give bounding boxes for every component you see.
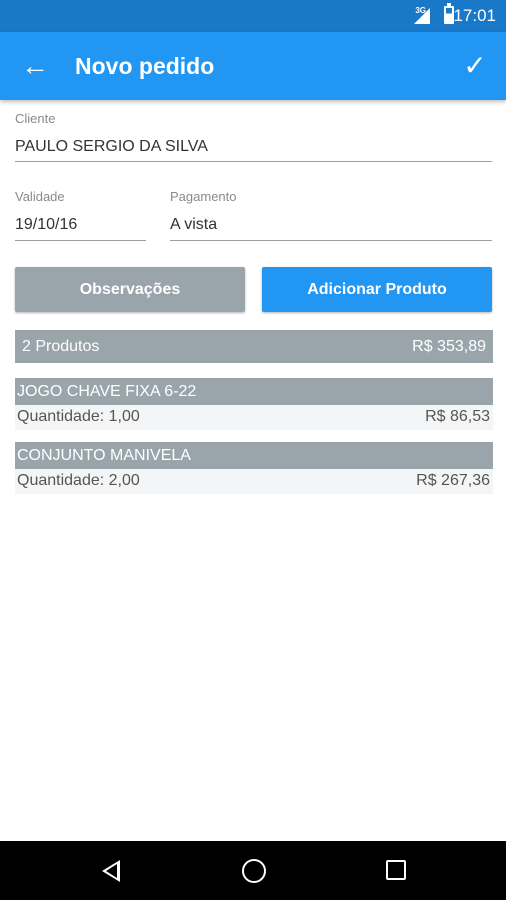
product-detail: Quantidade: 1,00 R$ 86,53 — [15, 405, 493, 430]
add-product-button[interactable]: Adicionar Produto — [262, 267, 492, 312]
app-bar: ← Novo pedido ✓ — [0, 32, 506, 100]
product-count: 2 Produtos — [22, 338, 100, 355]
validade-field[interactable]: 19/10/16 — [15, 216, 77, 234]
pagamento-underline — [170, 240, 492, 241]
back-arrow-icon[interactable]: ← — [18, 49, 52, 83]
product-name: CONJUNTO MANIVELA — [15, 442, 493, 469]
system-nav-bar — [0, 841, 506, 900]
product-item[interactable]: JOGO CHAVE FIXA 6-22 Quantidade: 1,00 R$… — [15, 378, 493, 430]
cliente-field[interactable]: PAULO SERGIO DA SILVA — [15, 138, 208, 156]
product-price: R$ 86,53 — [425, 408, 490, 425]
cliente-label: Cliente — [15, 111, 56, 126]
product-quantity: Quantidade: 1,00 — [17, 408, 140, 425]
clock: 17:01 — [453, 6, 496, 25]
status-bar: 3G 17:01 — [0, 0, 506, 32]
products-summary: 2 Produtos R$ 353,89 — [15, 330, 493, 363]
product-price: R$ 267,36 — [416, 472, 490, 489]
nav-home-icon[interactable] — [242, 859, 266, 883]
observacoes-button[interactable]: Observações — [15, 267, 245, 312]
product-name: JOGO CHAVE FIXA 6-22 — [15, 378, 493, 405]
nav-recents-icon[interactable] — [386, 860, 406, 880]
product-detail: Quantidade: 2,00 R$ 267,36 — [15, 469, 493, 494]
cliente-underline — [15, 161, 492, 162]
page-title: Novo pedido — [75, 53, 215, 79]
confirm-check-icon[interactable]: ✓ — [458, 49, 492, 83]
pagamento-label: Pagamento — [170, 189, 237, 204]
signal-icon — [414, 8, 430, 24]
pagamento-field[interactable]: A vista — [170, 216, 217, 234]
validade-underline — [15, 240, 146, 241]
validade-label: Validade — [15, 189, 65, 204]
order-total: R$ 353,89 — [412, 338, 486, 355]
product-quantity: Quantidade: 2,00 — [17, 472, 140, 489]
nav-back-icon[interactable] — [102, 860, 120, 882]
product-item[interactable]: CONJUNTO MANIVELA Quantidade: 2,00 R$ 26… — [15, 442, 493, 494]
